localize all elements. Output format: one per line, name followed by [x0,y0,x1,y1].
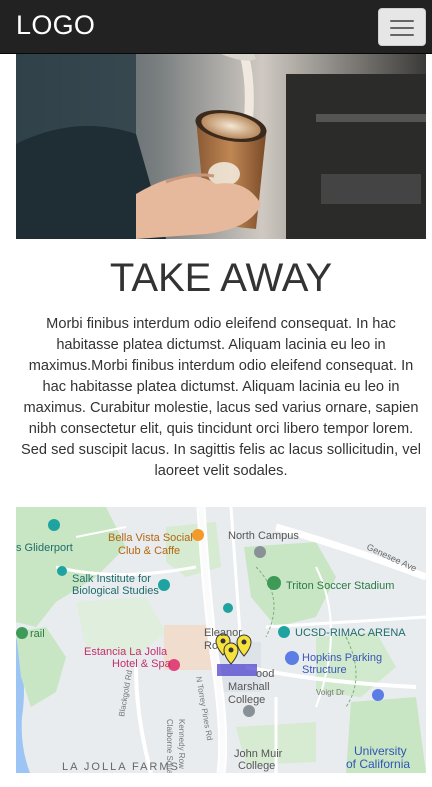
salk-pin-icon [158,579,170,591]
map-label-estancia-2: Hotel & Spa [112,658,172,670]
map-label-eleanor-1: Eleanor [204,627,242,639]
cafe-pin-icon [192,529,204,541]
map-label-rood: ood [256,668,274,680]
map-label-salk-2: Biological Studies [72,585,159,597]
navbar: LOGO [0,0,432,54]
map-label-eleanor-2: Ro [204,640,218,652]
map-label-north-campus: North Campus [228,530,299,542]
map-label-gliderport: s Gliderport [16,542,73,554]
teal-pin-icon-2 [223,603,233,613]
map-label-rimac: UCSD-RIMAC ARENA [295,627,406,639]
university-pin-icon [372,689,384,701]
map-label-estancia-1: Estancia La Jolla [84,646,168,658]
teal-pin-icon-3 [57,566,67,576]
map-label-hopkins-2: Structure [302,664,347,676]
map-label-hopkins-1: Hopkins Parking [302,652,382,664]
map-label-voigt: Voigt Dr [316,688,345,697]
map-label-muir-1: John Muir [234,748,283,760]
map-label-marshall-1: Marshall [228,681,270,693]
map-label-marshall-2: College [228,694,265,706]
map-label-salk-1: Salk Institute for [72,573,151,585]
location-map[interactable]: s Gliderport Bella Vista Social Club & C… [16,507,426,773]
rimac-pin-icon [278,626,290,638]
marshall-pin-icon [243,705,255,717]
map-label-trail: rail [30,628,45,640]
hero-image [16,54,426,239]
north-campus-pin-icon [254,546,266,558]
gliderport-pin-icon [48,519,60,531]
map-label-triton: Triton Soccer Stadium [286,580,394,592]
map-label-muir-2: College [238,760,275,772]
logo[interactable]: LOGO [16,10,95,41]
map-label-uc-1: University [354,744,407,758]
map-label-bella-vista-2: Club & Caffe [118,545,180,557]
map-label-bella-vista-1: Bella Vista Social [108,532,193,544]
section-body-text: Morbi finibus interdum odio eleifend con… [21,316,421,479]
map-label-uc-2: of California [346,757,410,771]
menu-toggle-button[interactable] [378,8,426,46]
section-title: TAKE AWAY [109,256,333,300]
map-label-farms: LA JOLLA FARMS [62,761,180,773]
trail-pin-icon [16,627,28,639]
hopkins-parking-pin-icon [285,651,299,665]
triton-stadium-pin-icon [267,576,281,590]
